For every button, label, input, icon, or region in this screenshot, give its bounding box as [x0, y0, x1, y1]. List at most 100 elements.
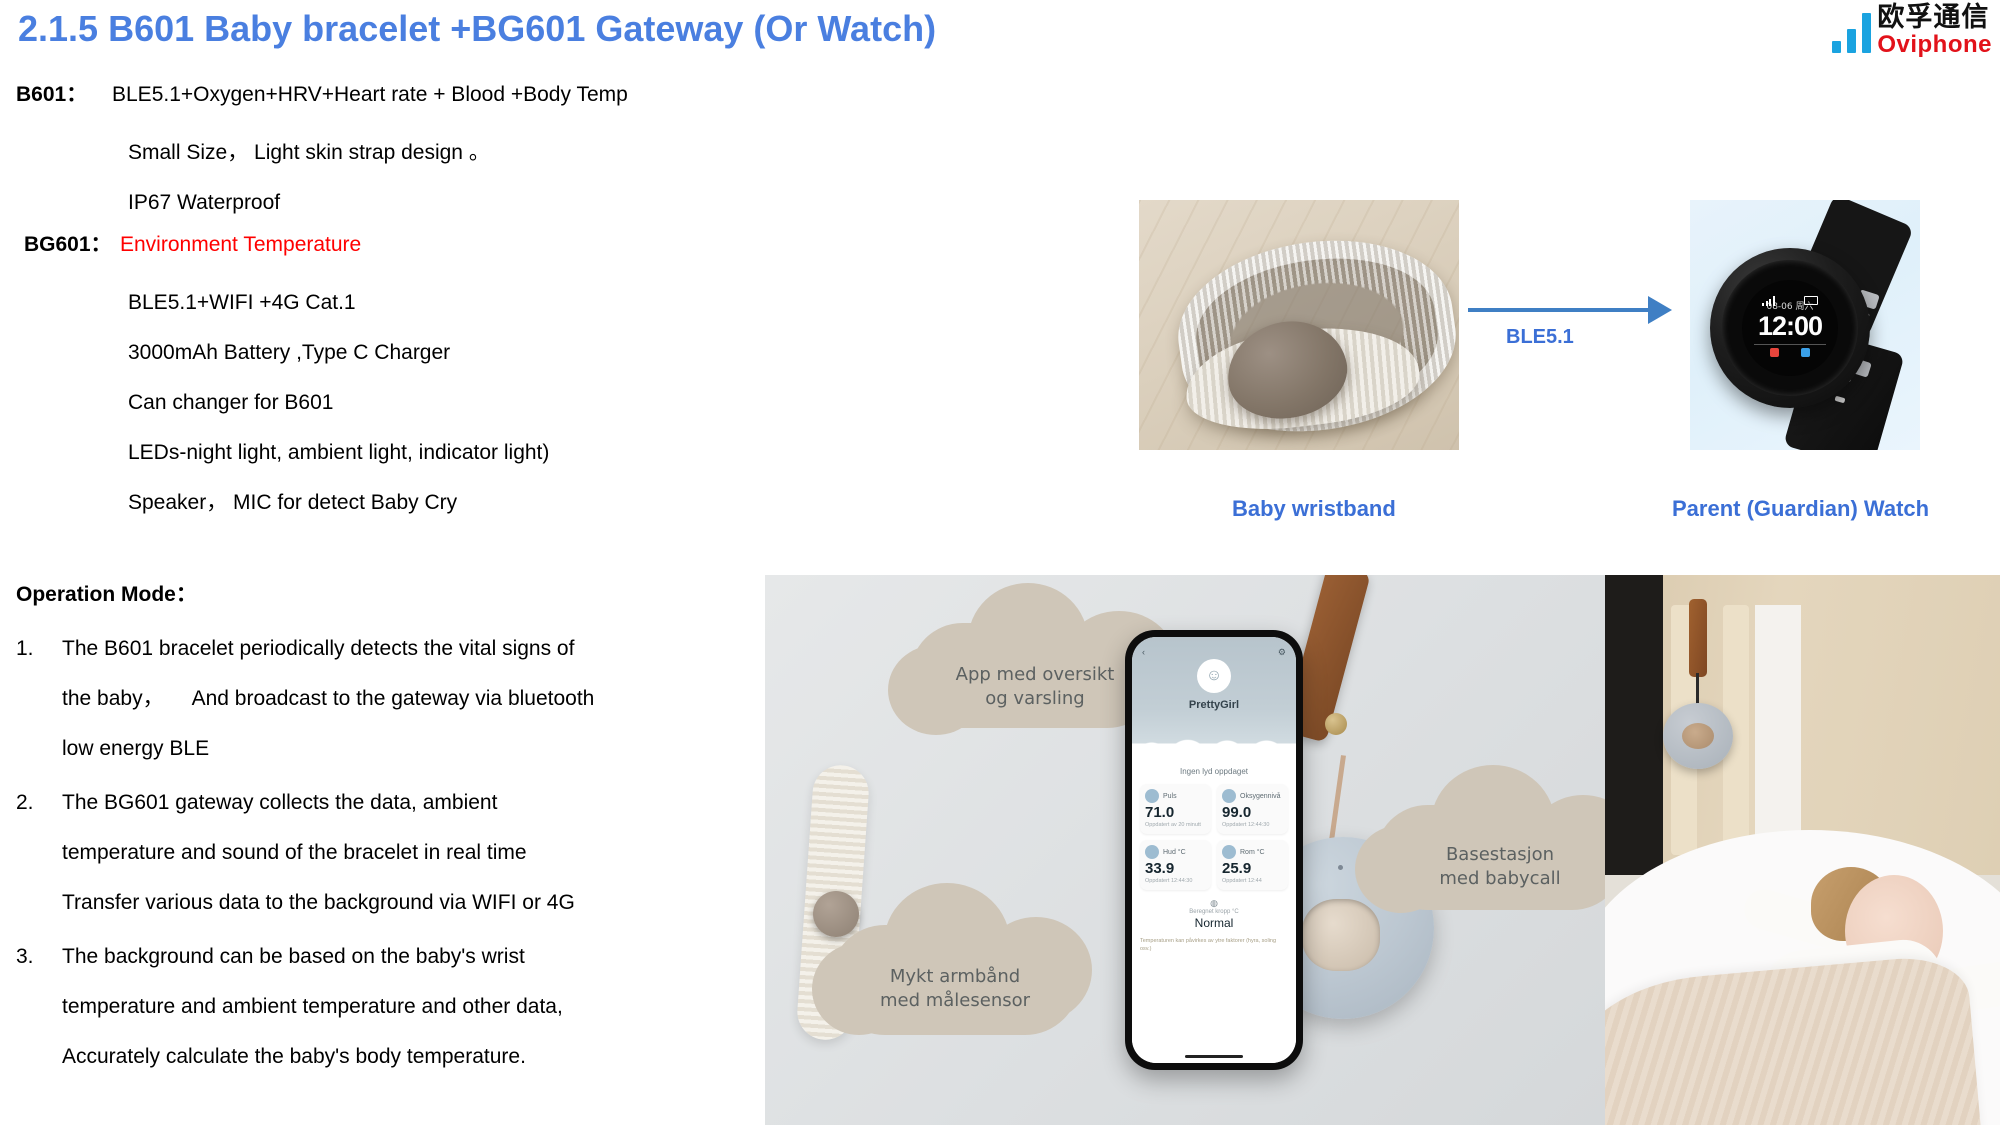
metric-card-pulse[interactable]: Puls 71.0 Oppdatert av 20 minutt	[1140, 784, 1211, 834]
home-indicator	[1185, 1055, 1243, 1058]
spec-bg601-value: Environment Temperature	[120, 233, 362, 256]
spec-b601-line-1: IP67 Waterproof	[128, 191, 281, 214]
infographic-wristband-sensor	[813, 891, 859, 937]
metric-card-oxygen[interactable]: Oksygennivå 99.0 Oppdatert 12:44:30	[1217, 784, 1288, 834]
spec-list: B601： BLE5.1+Oxygen+HRV+Heart rate + Blo…	[16, 78, 796, 528]
cloud-base-line1: Basestasjon	[1445, 844, 1555, 865]
room-temp-icon	[1222, 845, 1236, 859]
back-chevron-left-icon[interactable]: ‹	[1142, 647, 1145, 658]
app-screen: ‹ ⚙ ☺ PrettyGirl Ingen lyd oppdaget Puls	[1132, 637, 1296, 1063]
metric-label: Hud °C	[1163, 848, 1186, 856]
spec-bg601: BG601： Environment Temperature	[16, 228, 796, 278]
pulse-icon	[1145, 789, 1159, 803]
gateway-speaker	[1302, 899, 1380, 971]
metric-value: 25.9	[1222, 860, 1252, 877]
metric-label: Rom °C	[1240, 848, 1265, 856]
caption-parent-watch: Parent (Guardian) Watch	[1672, 496, 1930, 521]
spec-b601-key: B601：	[16, 83, 88, 106]
cloud-app-line2: og varsling	[985, 688, 1085, 709]
gear-icon[interactable]: ⚙	[1278, 647, 1286, 658]
metric-sub: Oppdatert 12:44:30	[1222, 822, 1270, 828]
spec-bg601-key: BG601：	[24, 233, 112, 256]
watch-battery-icon	[1804, 296, 1818, 305]
operation-mode-item: 3. The background can be based on the ba…	[16, 932, 756, 1082]
ble-connection-arrow: BLE5.1	[1468, 288, 1686, 348]
oxygen-icon	[1222, 789, 1236, 803]
metric-value: 71.0	[1145, 804, 1175, 821]
gateway-mic-hole	[1338, 865, 1343, 870]
sleeping-baby-photo	[1605, 575, 2000, 1125]
op-item-line: The background can be based on the baby'…	[62, 945, 525, 968]
watch-bezel: 08-06 周六 12:00	[1722, 260, 1858, 396]
operation-mode-item: 1. The B601 bracelet periodically detect…	[16, 624, 756, 774]
watch-face: 08-06 周六 12:00	[1742, 280, 1838, 376]
body-temp-label: Beregnet kropp °C	[1189, 909, 1239, 915]
infographic-cloud-basestation: Basestasjon med babycall	[1355, 765, 1639, 913]
op-item-line: Accurately calculate the baby's body tem…	[62, 1045, 526, 1068]
op-item-number: 1.	[16, 637, 34, 660]
watch-divider	[1754, 344, 1826, 345]
profile-name: PrettyGirl	[1188, 699, 1240, 711]
metric-sub: Oppdatert 12:44	[1222, 878, 1262, 884]
thermometer-icon: ◍	[1210, 898, 1218, 908]
logo-english-name: Oviphone	[1877, 31, 1992, 58]
operation-mode-heading: Operation Mode：	[16, 583, 197, 606]
op-item-line: low energy BLE	[62, 737, 210, 760]
sound-status-text: Ingen lyd oppdaget	[1179, 767, 1249, 776]
slide: 欧孚通信 Oviphone 2.1.5 B601 Baby bracelet +…	[0, 0, 2000, 1125]
crib-dark-edge	[1605, 575, 1663, 875]
op-item-line: the baby， And broadcast to the gateway v…	[62, 687, 595, 710]
company-logo: 欧孚通信 Oviphone	[1832, 4, 1992, 57]
logo-chinese-name: 欧孚通信	[1877, 2, 1990, 33]
op-item-line: temperature and sound of the bracelet in…	[62, 841, 527, 864]
baby-wristband-photo	[1139, 200, 1459, 450]
op-item-line: temperature and ambient temperature and …	[62, 995, 563, 1018]
op-item-number: 2.	[16, 791, 34, 814]
arrow-line	[1468, 308, 1654, 312]
app-phone-mockup: ‹ ⚙ ☺ PrettyGirl Ingen lyd oppdaget Puls	[1125, 630, 1303, 1070]
metric-card-skin-temp[interactable]: Hud °C 33.9 Oppdatert 12:44:30	[1140, 840, 1211, 890]
metric-value: 99.0	[1222, 804, 1252, 821]
spec-b601-value: BLE5.1+Oxygen+HRV+Heart rate + Blood +Bo…	[112, 83, 628, 106]
parent-watch-photo: 08-06 周六 12:00	[1690, 200, 1920, 450]
arrow-head-icon	[1648, 296, 1672, 324]
op-item-number: 3.	[16, 945, 34, 968]
spec-bg601-line-0: BLE5.1+WIFI +4G Cat.1	[128, 291, 356, 314]
watch-step-icon	[1801, 348, 1810, 357]
spec-bg601-line-1: 3000mAh Battery ,Type C Charger	[128, 341, 451, 364]
metric-card-room-temp[interactable]: Rom °C 25.9 Oppdatert 12:44	[1217, 840, 1288, 890]
hanging-gateway-device	[1663, 703, 1733, 769]
metric-sub: Oppdatert av 20 minutt	[1145, 822, 1201, 828]
signal-bars-icon	[1832, 9, 1872, 57]
spec-b601: B601： BLE5.1+Oxygen+HRV+Heart rate + Blo…	[16, 78, 796, 128]
spec-bg601-line-4: Speaker， MIC for detect Baby Cry	[128, 491, 458, 514]
metric-label: Puls	[1163, 792, 1177, 800]
app-body: Ingen lyd oppdaget Puls 71.0 Oppdatert a…	[1132, 757, 1296, 1063]
body-temp-summary: ◍ Beregnet kropp °C Normal	[1140, 898, 1288, 930]
hanging-leather-strap	[1689, 599, 1707, 677]
operation-mode-section: Operation Mode： 1. The B601 bracelet per…	[16, 578, 756, 1086]
caption-baby-wristband: Baby wristband	[1232, 496, 1396, 521]
infographic-cloud-wristband: Mykt armbånd med målesensor	[812, 883, 1092, 1035]
op-item-line: The B601 bracelet periodically detects t…	[62, 637, 575, 660]
watch-signal-icon	[1762, 296, 1775, 306]
spec-bg601-line-3: LEDs-night light, ambient light, indicat…	[128, 441, 550, 464]
skin-temp-icon	[1145, 845, 1159, 859]
metric-value: 33.9	[1145, 860, 1175, 877]
cloud-app-line1: App med oversikt	[955, 664, 1115, 685]
hanging-gateway-speaker	[1682, 723, 1714, 749]
disclaimer-note: Temperaturen kan påvirkes av ytre faktor…	[1140, 938, 1277, 952]
header-cloud-decoration	[1132, 733, 1296, 759]
infographic-cloud-app: App med oversikt og varsling	[888, 583, 1178, 735]
body-temp-value: Normal	[1194, 916, 1234, 930]
watch-time: 12:00	[1757, 311, 1823, 341]
op-item-line: The BG601 gateway collects the data, amb…	[62, 791, 498, 814]
metric-label: Oksygennivå	[1240, 792, 1281, 800]
metric-sub: Oppdatert 12:44:30	[1145, 878, 1193, 884]
crib-window-light	[1755, 605, 1801, 855]
cloud-band-line1: Mykt armbånd	[889, 966, 1021, 987]
avatar: ☺	[1197, 659, 1231, 693]
arrow-label: BLE5.1	[1506, 326, 1574, 348]
cloud-base-line2: med babycall	[1439, 868, 1561, 889]
watch-case: 08-06 周六 12:00	[1710, 248, 1870, 408]
